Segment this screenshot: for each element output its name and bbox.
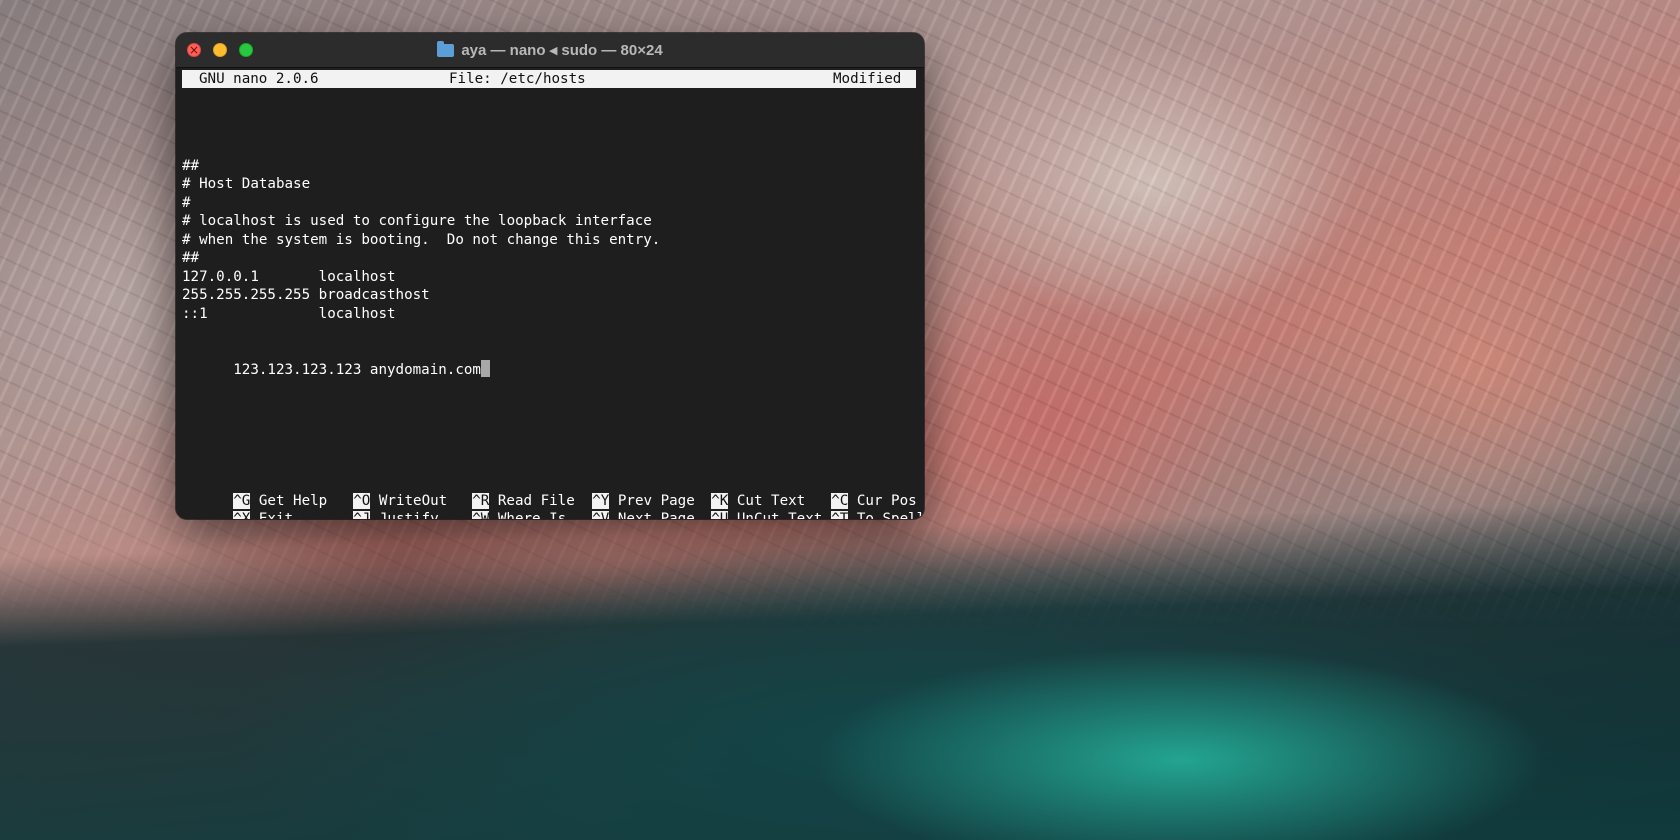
- text-line: 127.0.0.1 localhost: [182, 269, 396, 285]
- shortcut-key: ^T: [831, 511, 849, 519]
- shortcut-exit[interactable]: ^X Exit: [182, 492, 293, 519]
- text-line: ##: [182, 158, 200, 174]
- nano-file-name: File: /etc/hosts: [449, 71, 586, 87]
- text-line: ::1 localhost: [182, 306, 396, 322]
- nano-modified-status: Modified: [833, 71, 902, 87]
- folder-icon: [437, 40, 455, 57]
- text-line: 255.255.255.255 broadcasthost: [182, 287, 430, 303]
- shortcut-key: ^J: [353, 511, 371, 519]
- shortcut-key: ^W: [472, 511, 490, 519]
- shortcut-to-spell[interactable]: ^T To Spell: [780, 492, 924, 519]
- shortcut-label: To Spell: [856, 511, 924, 519]
- text-line: # Host Database: [182, 176, 311, 192]
- terminal-window[interactable]: aya — nano ◂ sudo — 80×24 GNU nano 2.0.6…: [176, 33, 924, 519]
- text-line: # localhost is used to configure the loo…: [182, 213, 652, 229]
- window-title-text: aya — nano ◂ sudo — 80×24: [461, 42, 663, 59]
- shortcut-key: ^X: [233, 511, 251, 519]
- shortcut-cur-pos[interactable]: ^C Cur Pos: [780, 474, 917, 509]
- title-bar[interactable]: aya — nano ◂ sudo — 80×24: [176, 33, 924, 68]
- text-cursor: [480, 360, 490, 377]
- nano-version: GNU nano 2.0.6: [199, 71, 319, 87]
- text-line: # when the system is booting. Do not cha…: [182, 232, 661, 248]
- text-line: #: [182, 195, 191, 211]
- nano-header-bar: GNU nano 2.0.6 File: /etc/hosts Modified: [182, 70, 916, 88]
- text-line-current[interactable]: 123.123.123.123 anydomain.com: [182, 342, 490, 378]
- shortcut-label: Exit: [258, 511, 294, 519]
- shortcut-key: ^U: [711, 511, 729, 519]
- text-line-content: 123.123.123.123 anydomain.com: [233, 362, 481, 378]
- shortcut-key: ^V: [592, 511, 610, 519]
- window-title: aya — nano ◂ sudo — 80×24: [176, 33, 924, 67]
- terminal-content[interactable]: GNU nano 2.0.6 File: /etc/hosts Modified…: [176, 68, 924, 519]
- text-line: ##: [182, 250, 200, 266]
- shortcut-justify[interactable]: ^J Justify: [302, 492, 439, 519]
